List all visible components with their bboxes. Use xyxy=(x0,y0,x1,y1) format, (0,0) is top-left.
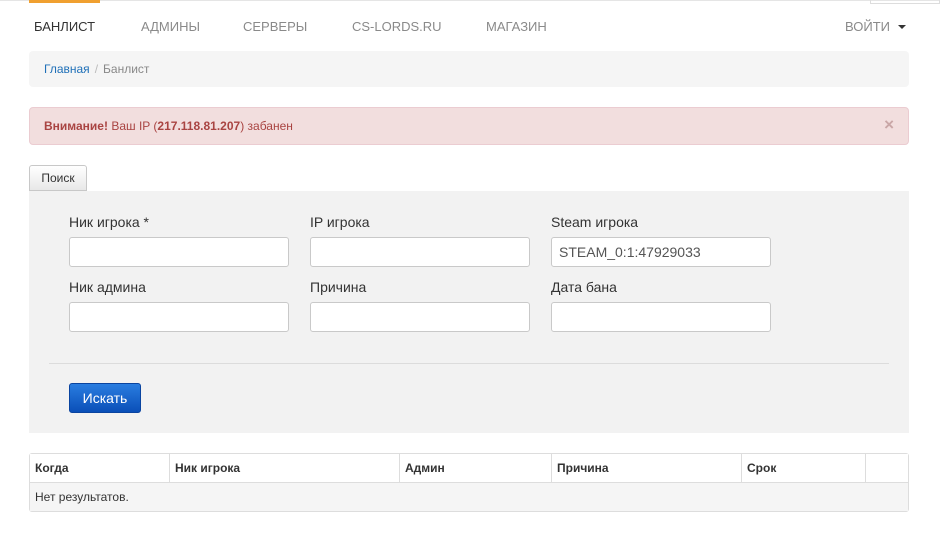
alert-ip: 217.118.81.207 xyxy=(157,119,241,133)
search-submit-button[interactable]: Искать xyxy=(69,383,141,413)
player-ip-input[interactable] xyxy=(310,237,530,267)
nav-item-shop[interactable]: Магазин xyxy=(486,0,547,52)
reason-label: Причина xyxy=(310,279,367,295)
nav-item-label: Магазин xyxy=(486,19,547,34)
login-dropdown[interactable]: Войти xyxy=(845,0,906,52)
reason-input[interactable] xyxy=(310,302,530,332)
top-navbar: Банлист Админы Серверы CS-LORDS.RU Магаз… xyxy=(0,0,940,52)
nav-item-label: CS-LORDS.RU xyxy=(352,19,442,34)
player-nick-label: Ник игрока * xyxy=(69,214,150,230)
table-header-row: Когда Ник игрока Админ Причина Срок xyxy=(30,454,908,483)
column-header-term[interactable]: Срок xyxy=(742,454,866,482)
breadcrumb: Главная / Банлист xyxy=(29,51,909,87)
admin-nick-input[interactable] xyxy=(69,302,289,332)
alert-text-after: ) забанен xyxy=(240,119,293,133)
login-label: Войти xyxy=(845,19,890,34)
nav-item-label: Банлист xyxy=(34,19,96,34)
search-panel: Ник игрока * IP игрока Steam игрока Ник … xyxy=(29,191,909,433)
breadcrumb-current: Банлист xyxy=(103,62,150,76)
nav-item-cs-lords[interactable]: CS-LORDS.RU xyxy=(352,0,442,52)
ban-alert: Внимание! Ваш IP (217.118.81.207) забане… xyxy=(29,107,909,145)
breadcrumb-home-link[interactable]: Главная xyxy=(44,62,90,76)
column-header-player-nick[interactable]: Ник игрока xyxy=(170,454,400,482)
active-tab-indicator xyxy=(29,0,101,3)
nav-item-admins[interactable]: Админы xyxy=(141,0,200,52)
form-divider xyxy=(49,363,889,364)
caret-down-icon xyxy=(897,24,906,29)
ban-date-input[interactable] xyxy=(551,302,771,332)
ban-date-label: Дата бана xyxy=(551,279,617,295)
alert-title: Внимание! xyxy=(44,119,108,133)
breadcrumb-separator: / xyxy=(94,62,99,76)
alert-text-before: Ваш IP ( xyxy=(107,119,158,133)
empty-results-row: Нет результатов. xyxy=(30,483,908,511)
nav-item-banlist[interactable]: Банлист xyxy=(29,0,101,52)
player-steam-label: Steam игрока xyxy=(551,214,639,230)
column-header-admin[interactable]: Админ xyxy=(400,454,552,482)
column-header-reason[interactable]: Причина xyxy=(552,454,742,482)
nav-item-label: Серверы xyxy=(243,19,308,34)
results-table: Когда Ник игрока Админ Причина Срок Нет … xyxy=(29,453,909,512)
column-header-when[interactable]: Когда xyxy=(30,454,170,482)
navbar-corner-decoration xyxy=(870,0,940,4)
player-steam-input[interactable] xyxy=(551,237,771,267)
player-ip-label: IP игрока xyxy=(310,214,370,230)
nav-item-label: Админы xyxy=(141,19,200,34)
close-icon[interactable]: × xyxy=(884,108,894,142)
admin-nick-label: Ник админа xyxy=(69,279,146,295)
nav-item-servers[interactable]: Серверы xyxy=(243,0,307,52)
column-header-actions xyxy=(866,454,908,482)
search-tab-button[interactable]: Поиск xyxy=(29,165,87,191)
player-nick-input[interactable] xyxy=(69,237,289,267)
